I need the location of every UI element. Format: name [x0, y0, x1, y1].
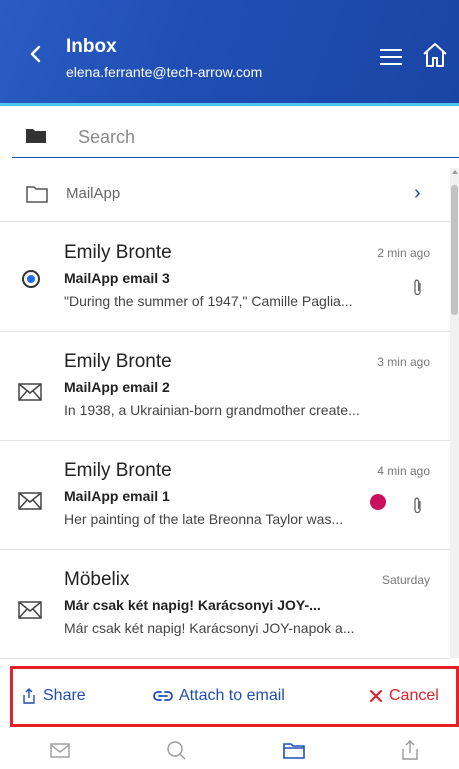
message-subject: MailApp email 1	[64, 488, 170, 504]
message-time: 4 min ago	[377, 464, 430, 478]
selected-radio[interactable]	[22, 270, 40, 288]
page-title: Inbox	[66, 36, 117, 57]
back-icon[interactable]	[24, 42, 48, 66]
message-time: 3 min ago	[377, 355, 430, 369]
message-item[interactable]: Emily Bronte MailApp email 2 In 1938, a …	[0, 333, 450, 441]
envelope-icon	[18, 601, 42, 619]
envelope-icon	[18, 383, 42, 401]
cancel-button[interactable]: Cancel	[369, 687, 439, 705]
message-item[interactable]: Möbelix Már csak két napig! Karácsonyi J…	[0, 551, 450, 659]
message-time: Saturday	[381, 573, 430, 587]
search-icon[interactable]	[164, 738, 188, 762]
message-preview: Her painting of the late Breonna Taylor …	[64, 511, 344, 527]
close-icon	[370, 690, 382, 702]
message-time: 2 min ago	[377, 246, 430, 260]
attachment-icon	[414, 279, 421, 296]
search-bar	[12, 116, 459, 158]
folder-label: MailApp	[66, 185, 121, 202]
message-subject: MailApp email 3	[64, 270, 170, 286]
cancel-label: Cancel	[389, 687, 439, 704]
attach-to-email-button[interactable]: Attach to email	[153, 687, 285, 705]
app-header: Inbox elena.ferrante@tech-arrow.com	[0, 0, 459, 106]
message-subject: Már csak két napig! Karácsonyi JOY-...	[64, 597, 321, 613]
scrollbar-thumb[interactable]	[451, 185, 458, 315]
share-button[interactable]: Share	[21, 687, 86, 705]
action-bar: Share Attach to email Cancel	[10, 666, 459, 727]
message-sender: Emily Bronte	[64, 460, 172, 481]
folder-row-mailapp[interactable]: MailApp ›	[0, 168, 450, 222]
folder-outline-icon	[26, 186, 48, 203]
message-preview: In 1938, a Ukrainian-born grandmother cr…	[64, 402, 360, 418]
share-icon[interactable]	[398, 738, 422, 762]
folder-icon[interactable]	[282, 738, 306, 762]
attachment-icon	[414, 497, 421, 514]
envelope-icon	[18, 492, 42, 510]
folder-icon	[26, 129, 46, 143]
message-item[interactable]: Emily Bronte MailApp email 3 "During the…	[0, 224, 450, 332]
share-icon	[23, 688, 35, 704]
chevron-right-icon[interactable]: ›	[414, 182, 421, 205]
scroll-up-arrow-icon[interactable]	[452, 170, 458, 174]
hamburger-menu-icon[interactable]	[380, 48, 402, 66]
message-sender: Möbelix	[64, 569, 130, 590]
flag-dot	[370, 494, 386, 510]
attach-label: Attach to email	[179, 687, 285, 704]
message-preview: Már csak két napig! Karácsonyi JOY-napok…	[64, 620, 355, 636]
message-sender: Emily Bronte	[64, 351, 172, 372]
message-item[interactable]: Emily Bronte MailApp email 1 Her paintin…	[0, 442, 450, 550]
link-icon	[153, 691, 173, 701]
bottom-nav	[0, 730, 459, 769]
home-icon[interactable]	[420, 40, 450, 70]
share-label: Share	[43, 687, 86, 704]
search-input[interactable]	[78, 122, 438, 152]
mail-icon[interactable]	[48, 738, 72, 762]
account-email: elena.ferrante@tech-arrow.com	[66, 64, 263, 80]
message-sender: Emily Bronte	[64, 242, 172, 263]
message-preview: "During the summer of 1947," Camille Pag…	[64, 293, 353, 309]
message-subject: MailApp email 2	[64, 379, 170, 395]
